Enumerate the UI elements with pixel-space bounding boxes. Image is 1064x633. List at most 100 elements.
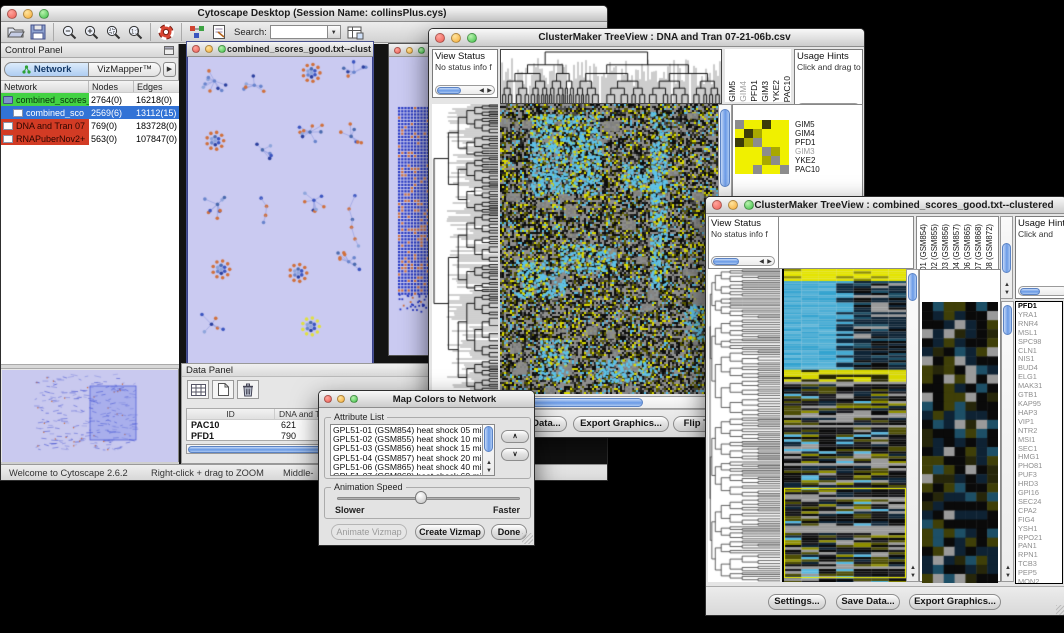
tv1-matrix-cell[interactable] [744,147,753,156]
tv1-matrix-cell[interactable] [762,156,771,165]
network-window-titlebar[interactable]: combined_scores_good.txt--cluste... [187,42,373,57]
annotation-icon[interactable] [208,22,230,42]
maximize-icon[interactable] [350,395,358,403]
tv1-matrix-cell[interactable] [753,129,762,138]
tv1-matrix-cell[interactable] [771,147,780,156]
view-status-scrollbar[interactable]: ◀ ▶ [711,256,775,266]
tv2-vertical-scrollbar[interactable]: ▲ ▼ [906,269,919,582]
save-data-button[interactable]: Save Data... [836,594,900,610]
attribute-list[interactable]: GPL51-01 (GSM854) heat shock 05 minGPL51… [330,424,495,476]
maximize-icon[interactable] [218,45,226,53]
tv2-zoom-scrollbar[interactable]: ▲ ▼ [1001,301,1014,582]
dialog-titlebar[interactable]: Map Colors to Network [319,391,534,408]
network-table-row[interactable]: combined_scores_2764(0)16218(0) [1,93,179,106]
tv1-row-label[interactable]: GIM4 [795,129,820,138]
resize-grip[interactable] [1056,605,1064,616]
close-icon[interactable] [192,45,200,53]
tv1-matrix-cell[interactable] [744,156,753,165]
tv1-row-label[interactable]: PFD1 [795,138,820,147]
tv2-global-heatmap[interactable] [782,269,906,582]
tv1-matrix-cell[interactable] [753,156,762,165]
new-attribute-icon[interactable] [212,380,234,399]
save-icon[interactable] [27,22,49,42]
tv1-matrix-cell[interactable] [771,120,780,129]
tv1-matrix-cell[interactable] [762,138,771,147]
settings-button[interactable]: Settings... [768,594,826,610]
animation-speed-slider[interactable] [337,497,520,500]
tv1-matrix-cell[interactable] [762,129,771,138]
move-down-button[interactable]: ∨ [501,448,529,461]
network-table-row[interactable]: RNAPuberNov2+563(0)107847(0) [1,132,179,145]
export-graphics-button[interactable]: Export Graphics... [573,416,669,432]
tv1-matrix-cell[interactable] [735,138,744,147]
usage-hints-scrollbar[interactable] [1018,286,1064,296]
tv1-matrix-cell[interactable] [780,156,789,165]
tv1-matrix-cell[interactable] [744,129,753,138]
attribute-list-item[interactable]: GPL51-07 (GSM868) heat shock 60 min [333,472,481,476]
tv1-column-label[interactable]: PAC10 [782,76,791,102]
tv1-row-label[interactable]: GIM5 [795,120,820,129]
open-folder-icon[interactable] [5,22,27,42]
tv1-matrix-cell[interactable] [735,129,744,138]
zoom-selected-icon[interactable] [102,22,124,42]
zoom-out-icon[interactable] [58,22,80,42]
tv2-labels-scrollbar[interactable]: ▲ ▼ [1000,216,1013,299]
tv1-matrix-cell[interactable] [753,165,762,174]
network-table-row[interactable]: DNA and Tran 07769(0)183728(0) [1,119,179,132]
minimize-icon[interactable] [23,9,33,19]
tab-overflow-button[interactable]: ▶ [163,62,176,77]
close-icon[interactable] [712,200,722,210]
tv1-matrix-cell[interactable] [780,147,789,156]
tv1-matrix-cell[interactable] [762,147,771,156]
tv1-matrix-cell[interactable] [780,120,789,129]
move-up-button[interactable]: ∧ [501,430,529,443]
tv1-column-label[interactable]: GIM4 [738,81,748,102]
search-input[interactable] [270,25,328,39]
tv1-matrix-cell[interactable] [762,120,771,129]
tv1-column-label[interactable]: YKE2 [771,80,781,102]
network-canvas[interactable] [187,57,373,364]
tv1-row-label[interactable]: YKE2 [795,156,820,165]
network-canvas-2[interactable] [389,57,432,355]
tv1-row-label[interactable]: GIM3 [795,147,820,156]
float-panel-icon[interactable] [164,42,174,60]
minimize-icon[interactable] [728,200,738,210]
animate-vizmap-button[interactable]: Animate Vizmap [331,524,407,540]
tv1-matrix-cell[interactable] [735,156,744,165]
tv1-row-label[interactable]: PAC10 [795,165,820,174]
tab-network[interactable]: Network [4,62,89,77]
tv1-matrix-cell[interactable] [753,138,762,147]
tv1-zoom-heatmap[interactable] [735,120,789,174]
close-icon[interactable] [324,395,332,403]
delete-attribute-trash-icon[interactable] [237,380,259,399]
close-icon[interactable] [435,33,445,43]
tv1-global-heatmap[interactable] [500,104,718,394]
tv1-matrix-cell[interactable] [771,129,780,138]
tv1-matrix-cell[interactable] [735,120,744,129]
tv1-matrix-cell[interactable] [762,165,771,174]
minimize-icon[interactable] [337,395,345,403]
tv1-matrix-cell[interactable] [771,138,780,147]
tv2-gene-label[interactable]: MON2 [1016,578,1062,584]
tv1-matrix-cell[interactable] [744,138,753,147]
tv1-matrix-cell[interactable] [744,165,753,174]
tv1-matrix-cell[interactable] [771,165,780,174]
network-overview-canvas[interactable] [2,370,178,462]
tv1-column-label[interactable]: GIM3 [760,81,770,102]
minimize-icon[interactable] [205,45,213,53]
tv1-column-dendrogram[interactable] [500,49,722,104]
slider-thumb[interactable] [415,491,427,504]
tv1-row-dendrogram[interactable] [432,104,498,394]
help-lifebuoy-icon[interactable] [155,22,177,42]
create-vizmap-button[interactable]: Create Vizmap [415,524,485,540]
panel-splitter[interactable] [1,364,179,369]
tab-vizmapper[interactable]: VizMapper™ [89,62,161,77]
zoom-actual-icon[interactable]: 1:1 [124,22,146,42]
tv2-zoom-heatmap[interactable] [922,302,998,583]
network-window-2-titlebar[interactable] [389,44,432,57]
tv1-matrix-cell[interactable] [735,147,744,156]
network-table-row[interactable]: combined_sco2569(6)13112(15) [1,106,179,119]
export-graphics-button[interactable]: Export Graphics... [909,594,1001,610]
attribute-list-scrollbar[interactable]: ▲ ▼ [482,425,494,475]
vizmapper-icon[interactable] [186,22,208,42]
